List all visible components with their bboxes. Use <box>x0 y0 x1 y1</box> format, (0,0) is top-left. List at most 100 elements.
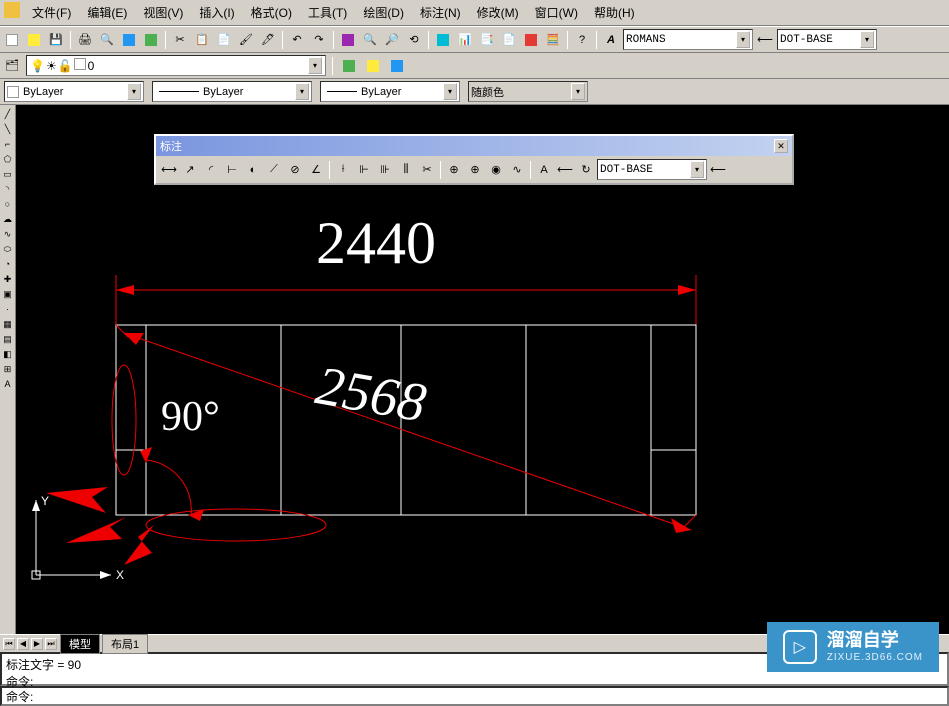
block-icon[interactable]: ▣ <box>1 287 15 301</box>
ucs-x-label: X <box>116 568 124 582</box>
markup-icon[interactable] <box>521 30 541 50</box>
ellipse-arc-icon[interactable]: ◔ <box>1 257 15 271</box>
plotstyle-combo[interactable]: 随颜色 ▾ <box>468 81 588 102</box>
lineweight-combo[interactable]: ByLayer ▾ <box>320 81 460 102</box>
layer-manager-icon[interactable]: 🗂 <box>2 56 22 76</box>
eraser-icon[interactable] <box>338 30 358 50</box>
layer-iso-icon[interactable] <box>387 56 407 76</box>
layer-toolbar: 🗂 💡 ☀ 🔓 0 ▾ <box>0 53 949 79</box>
palette-icon[interactable]: 📑 <box>477 30 497 50</box>
new-icon[interactable] <box>2 30 22 50</box>
dimension-2440: 2440 <box>316 210 436 276</box>
table-icon[interactable]: ⊞ <box>1 362 15 376</box>
dimension-90: 90° <box>161 394 220 440</box>
props-icon[interactable] <box>433 30 453 50</box>
properties-toolbar: ByLayer ▾ ByLayer ▾ ByLayer ▾ 随颜色 ▾ <box>0 79 949 105</box>
menu-view[interactable]: 视图(V) <box>135 2 191 23</box>
text-style-combo[interactable]: ROMANS ▾ <box>623 29 753 50</box>
color-swatch-icon <box>7 86 19 98</box>
match-icon[interactable]: 🖌 <box>236 30 256 50</box>
zoom-window-icon[interactable]: 🔎 <box>382 30 402 50</box>
design-center-icon[interactable]: 📊 <box>455 30 475 50</box>
chevron-down-icon[interactable]: ▾ <box>736 31 750 48</box>
zoom-realtime-icon[interactable]: 🔍 <box>360 30 380 50</box>
plot-icon[interactable] <box>141 30 161 50</box>
copy-icon[interactable]: 📋 <box>192 30 212 50</box>
lineweight-preview-icon <box>327 91 357 92</box>
help-icon[interactable]: ? <box>572 30 592 50</box>
sheet-icon[interactable]: 📄 <box>499 30 519 50</box>
save-icon[interactable]: 💾 <box>46 30 66 50</box>
layer-state-icon[interactable] <box>363 56 383 76</box>
hatch-icon[interactable]: ▦ <box>1 317 15 331</box>
menu-edit[interactable]: 编辑(E) <box>79 2 135 23</box>
text-icon[interactable]: A <box>1 377 15 391</box>
lightbulb-yellow-icon: 💡 <box>30 59 45 73</box>
tab-first-icon[interactable]: ⏮ <box>3 638 15 650</box>
layer-prev-icon[interactable] <box>339 56 359 76</box>
region-icon[interactable]: ◧ <box>1 347 15 361</box>
linetype-preview-icon <box>159 91 199 92</box>
chevron-down-icon[interactable]: ▾ <box>443 83 457 100</box>
revcloud-icon[interactable]: ☁ <box>1 212 15 226</box>
menu-file[interactable]: 文件(F) <box>24 2 79 23</box>
tab-prev-icon[interactable]: ◀ <box>17 638 29 650</box>
menu-dimension[interactable]: 标注(N) <box>412 2 469 23</box>
command-prompt[interactable]: 命令: <box>0 686 949 706</box>
publish-icon[interactable] <box>119 30 139 50</box>
lock-icon: 🔓 <box>58 59 73 73</box>
tab-layout1[interactable]: 布局1 <box>102 634 148 654</box>
drawing-svg: 2440 2568 90° <box>16 105 946 595</box>
linetype-combo[interactable]: ByLayer ▾ <box>152 81 312 102</box>
arrow-2-icon <box>66 517 126 543</box>
dimension-2568: 2568 <box>312 354 431 433</box>
print-icon[interactable]: 🖨 <box>75 30 95 50</box>
paste-icon[interactable]: 📄 <box>214 30 234 50</box>
arrow-3-icon <box>124 525 154 565</box>
drawing-canvas[interactable]: 标注 ✕ ⟷ ↗ ◜ ⊢ ◐ ⟋ ⊘ ∠ ⟊ ⊩ ⊪ ⫼ ✂ ⊕ ⊕ <box>16 105 949 634</box>
standard-toolbar: 💾 🖨 🔍 ✂ 📋 📄 🖌 🖊 ↶ ↷ 🔍 🔎 ⟲ 📊 📑 📄 🧮 ? A RO… <box>0 26 949 53</box>
tab-last-icon[interactable]: ⏭ <box>45 638 57 650</box>
sun-icon: ☀ <box>46 59 57 73</box>
ellipse-icon[interactable]: ⬭ <box>1 242 15 256</box>
undo-icon[interactable]: ↶ <box>287 30 307 50</box>
line-icon[interactable]: ╱ <box>1 107 15 121</box>
menu-tools[interactable]: 工具(T) <box>300 2 355 23</box>
menu-format[interactable]: 格式(O) <box>243 2 300 23</box>
menu-insert[interactable]: 插入(I) <box>191 2 242 23</box>
spline-icon[interactable]: ∿ <box>1 227 15 241</box>
zoom-prev-icon[interactable]: ⟲ <box>404 30 424 50</box>
preview-icon[interactable]: 🔍 <box>97 30 117 50</box>
chevron-down-icon[interactable]: ▾ <box>308 57 322 74</box>
color-combo[interactable]: ByLayer ▾ <box>4 81 144 102</box>
open-icon[interactable] <box>24 30 44 50</box>
menu-draw[interactable]: 绘图(D) <box>355 2 412 23</box>
insert-icon[interactable]: ✚ <box>1 272 15 286</box>
gradient-icon[interactable]: ▤ <box>1 332 15 346</box>
arc-icon[interactable]: ◝ <box>1 182 15 196</box>
textstyle-icon[interactable]: A <box>601 30 621 50</box>
calc-icon[interactable]: 🧮 <box>543 30 563 50</box>
circle-icon[interactable]: ○ <box>1 197 15 211</box>
polygon-icon[interactable]: ⬠ <box>1 152 15 166</box>
dim-style-combo[interactable]: DOT-BASE ▾ <box>777 29 877 50</box>
menu-window[interactable]: 窗口(W) <box>527 2 586 23</box>
cut-icon[interactable]: ✂ <box>170 30 190 50</box>
point-icon[interactable]: · <box>1 302 15 316</box>
tab-next-icon[interactable]: ▶ <box>31 638 43 650</box>
chevron-down-icon[interactable]: ▾ <box>295 83 309 100</box>
dimstyle-icon[interactable]: ⟵ <box>755 30 775 50</box>
menu-modify[interactable]: 修改(M) <box>469 2 527 23</box>
menu-bar: 文件(F) 编辑(E) 视图(V) 插入(I) 格式(O) 工具(T) 绘图(D… <box>0 0 949 26</box>
brush-icon[interactable]: 🖊 <box>258 30 278 50</box>
tab-model[interactable]: 模型 <box>60 634 100 654</box>
menu-help[interactable]: 帮助(H) <box>586 2 643 23</box>
chevron-down-icon[interactable]: ▾ <box>571 83 585 100</box>
xline-icon[interactable]: ╲ <box>1 122 15 136</box>
redo-icon[interactable]: ↷ <box>309 30 329 50</box>
chevron-down-icon[interactable]: ▾ <box>127 83 141 100</box>
layer-combo[interactable]: 💡 ☀ 🔓 0 ▾ <box>26 55 326 76</box>
pline-icon[interactable]: ⌐ <box>1 137 15 151</box>
chevron-down-icon[interactable]: ▾ <box>860 31 874 48</box>
rect-icon[interactable]: ▭ <box>1 167 15 181</box>
